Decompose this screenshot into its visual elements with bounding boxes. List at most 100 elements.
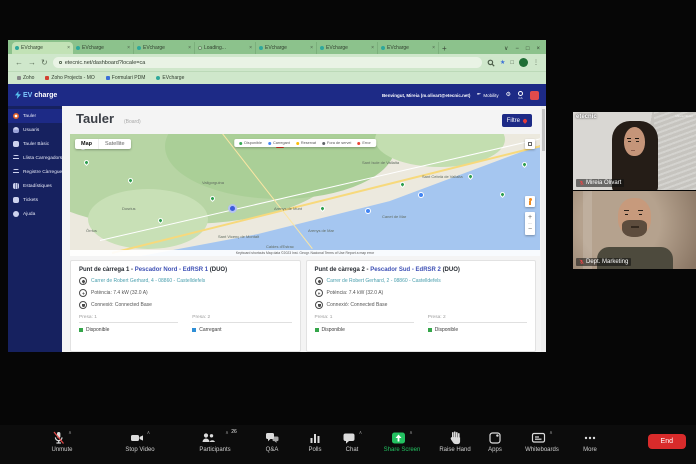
status-dot-green	[239, 142, 242, 145]
charging-marker[interactable]	[365, 208, 371, 214]
address-bar[interactable]: etecnic.net/dashboard?locale=ca	[53, 57, 482, 68]
satellite-view-button[interactable]: Satellite	[98, 139, 131, 149]
settings-gear-icon[interactable]: ⚙	[506, 92, 511, 98]
evcharge-logo[interactable]: EVcharge	[15, 91, 57, 99]
sidebar-item-usuaris[interactable]: Usuaris	[8, 123, 62, 137]
participant-name-tag: Dept. Marketing	[576, 258, 631, 266]
tab-close-icon[interactable]: ×	[127, 45, 130, 51]
marker-cluster[interactable]	[228, 204, 237, 213]
map-town-label: Caldes d'Estrac	[266, 244, 294, 249]
page-scrollbar[interactable]	[541, 106, 546, 352]
bookmark[interactable]: Formulari PDM	[106, 75, 146, 81]
close-icon[interactable]: ×	[536, 46, 540, 52]
end-meeting-button[interactable]: End	[648, 434, 686, 449]
legend-item[interactable]: Disponible	[239, 141, 262, 145]
reload-icon[interactable]: ↻	[41, 59, 48, 67]
browser-tab[interactable]: EVcharge ×	[12, 42, 73, 54]
power-icon	[79, 289, 87, 297]
legend-item[interactable]: Fora de servei	[322, 141, 351, 145]
chevron-up-icon[interactable]: ∧	[409, 430, 413, 436]
filter-button[interactable]: Filtre	[502, 114, 532, 127]
participants-icon	[201, 431, 216, 445]
new-tab-button[interactable]: +	[442, 44, 447, 53]
legend-item[interactable]: Error	[357, 141, 370, 145]
connection-text: Connexió: Connected Base	[327, 302, 388, 308]
zoom-in-button[interactable]: +	[528, 212, 532, 224]
charge-point-link[interactable]: Pescador Nord - EdRSR 1	[135, 267, 208, 273]
address-link[interactable]: Carrer de Robert Gerhard, 4 - 08860 - Ca…	[91, 278, 205, 284]
tab-title: EVcharge	[265, 45, 287, 51]
chevron-up-icon[interactable]: ∧	[147, 430, 151, 436]
participant-name-tag: Mireia Olivart	[576, 179, 624, 187]
back-icon[interactable]: ←	[15, 59, 23, 67]
sidebar-item-tauler-basic[interactable]: Tauler Bàsic	[8, 137, 62, 151]
tab-close-icon[interactable]: ×	[188, 45, 191, 51]
search-icon[interactable]	[487, 59, 495, 67]
google-map[interactable]: Vallgorguina Sant Iscle de Vallalta Sant…	[70, 134, 540, 256]
sidebar-item-estadistiques[interactable]: Estadístiques	[8, 179, 62, 193]
power-text: Potència: 7.4 kW (32.0 A)	[91, 290, 148, 296]
legend-item[interactable]: Reservat	[296, 141, 316, 145]
map-pin-icon	[522, 118, 528, 124]
shared-screen: EVcharge × EVcharge × EVcharge × Loading…	[8, 40, 546, 352]
tab-close-icon[interactable]: ×	[310, 45, 313, 51]
sidebar-item-tickets[interactable]: Tickets	[8, 193, 62, 207]
participants-button[interactable]: 26 ∧ Participants	[183, 430, 247, 453]
map-view-button[interactable]: Map	[75, 139, 98, 149]
chevron-up-icon[interactable]: ∧	[68, 430, 72, 436]
sidebar-item-ajuda[interactable]: Ajuda	[8, 207, 62, 221]
bookmark[interactable]: Zoho Projects - MO	[45, 75, 94, 81]
charger-marker[interactable]	[399, 181, 406, 188]
chevron-up-icon[interactable]: ∧	[549, 430, 553, 436]
side-panel-icon[interactable]: □	[510, 60, 514, 66]
forward-icon[interactable]: →	[28, 59, 36, 67]
charge-point-link[interactable]: Pescador Sud - EdRSR 2	[370, 267, 441, 273]
sidebar-item-tauler[interactable]: Tauler	[8, 109, 62, 123]
map-status-legend: Disponible Carregant Reservat Fora de se…	[234, 139, 376, 147]
tab-close-icon[interactable]: ×	[432, 45, 435, 51]
charger-marker[interactable]	[319, 205, 326, 212]
extension-star-icon[interactable]: ★	[500, 60, 505, 66]
charge-point-cards: Punt de càrrega 1 - Pescador Nord - EdRS…	[70, 260, 536, 352]
mobility-menu[interactable]: Mobility	[477, 93, 498, 98]
bookmark[interactable]: EVcharge	[156, 75, 184, 81]
sidebar-label: Tickets	[23, 198, 38, 203]
chevron-up-icon[interactable]: ∧	[225, 430, 229, 436]
legend-item[interactable]: Carregant	[268, 141, 290, 145]
video-tile-marketing[interactable]: Dept. Marketing	[573, 191, 696, 269]
charging-marker[interactable]	[418, 192, 424, 198]
chevron-up-icon[interactable]: ∧	[359, 430, 363, 436]
unmute-button[interactable]: ∧ Unmute	[30, 430, 94, 453]
browser-tab[interactable]: Loading... ×	[195, 42, 256, 54]
more-button[interactable]: More	[558, 430, 622, 453]
browser-tab[interactable]: EVcharge ×	[378, 42, 439, 54]
users-icon	[13, 127, 19, 133]
tab-close-icon[interactable]: ×	[371, 45, 374, 51]
profile-avatar[interactable]	[519, 58, 528, 67]
kebab-menu-icon[interactable]: ⋮	[533, 60, 539, 66]
zoom-out-button[interactable]: −	[528, 224, 532, 235]
browser-tab[interactable]: EVcharge ×	[73, 42, 134, 54]
video-tile-mireia[interactable]: etecnic Mireia Olivart Mireia Olivart	[573, 112, 696, 190]
logout-button[interactable]	[530, 91, 539, 100]
muted-mic-icon	[579, 180, 584, 186]
bookmark[interactable]: Zoho	[17, 75, 34, 81]
maximize-icon[interactable]: □	[526, 46, 530, 52]
address-link[interactable]: Carrer de Robert Gerhard, 2 - 08860 - Ca…	[327, 278, 441, 284]
fullscreen-button[interactable]	[525, 139, 535, 149]
language-switcher[interactable]: CA	[518, 91, 523, 100]
tab-search-icon[interactable]: ∨	[504, 45, 508, 52]
list-icon	[13, 155, 19, 161]
browser-tab[interactable]: EVcharge ×	[256, 42, 317, 54]
tab-close-icon[interactable]: ×	[67, 45, 70, 51]
tab-close-icon[interactable]: ×	[249, 45, 252, 51]
browser-tab[interactable]: EVcharge ×	[317, 42, 378, 54]
tab-spinner-icon	[198, 46, 202, 50]
browser-tab[interactable]: EVcharge ×	[134, 42, 195, 54]
sidebar-item-llista-carregadors[interactable]: Llista Carregadors	[8, 151, 62, 165]
sidebar-item-registre-carregues[interactable]: Registre Càrregues	[8, 165, 62, 179]
status-square-green	[315, 328, 319, 332]
stop-video-button[interactable]: ∧ Stop Video	[108, 430, 172, 453]
minimize-icon[interactable]: −	[515, 46, 519, 52]
pegman-control[interactable]	[525, 196, 535, 207]
